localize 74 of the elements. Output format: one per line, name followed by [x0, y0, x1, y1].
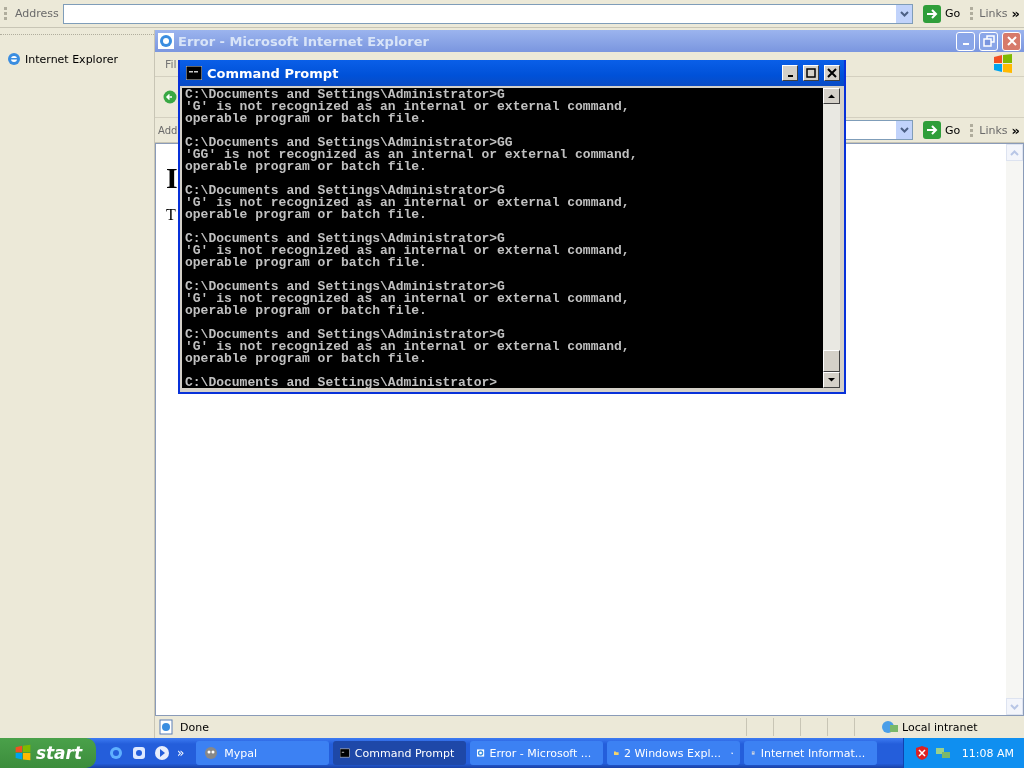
- links-label[interactable]: Links: [970, 123, 1008, 137]
- console-line: 'G' is not recognized as an internal or external command,: [185, 341, 631, 353]
- window-title: Command Prompt: [207, 65, 339, 81]
- minimize-icon: [787, 75, 793, 77]
- sidebar-item[interactable]: Internet Explorer: [0, 34, 154, 67]
- close-icon: [1005, 35, 1018, 47]
- minimize-button[interactable]: [782, 65, 798, 81]
- console-line: C:\Documents and Settings\Administrator>G: [185, 281, 505, 293]
- console-line: operable program or batch file.: [185, 305, 428, 317]
- go-button[interactable]: Go: [917, 121, 967, 139]
- taskbar-button[interactable]: Error - Microsoft ...: [470, 741, 604, 765]
- app-icon: [203, 745, 220, 761]
- taskbar-button[interactable]: Internet Informat...: [744, 741, 878, 765]
- chevron-button[interactable]: »: [1011, 122, 1020, 138]
- console-line: C:\Documents and Settings\Administrator>G: [185, 89, 505, 101]
- console-line: C:\Documents and Settings\Administrator>G: [185, 233, 505, 245]
- restore-button[interactable]: [979, 31, 998, 51]
- ie-icon: [6, 51, 22, 67]
- console-icon: [340, 746, 350, 760]
- console-line: 'G' is not recognized as an internal or external command,: [185, 197, 631, 209]
- console-line: C:\Documents and Settings\Administrator>G: [185, 185, 505, 197]
- windows-logo-icon: [13, 744, 32, 762]
- scrollbar[interactable]: [1006, 144, 1023, 715]
- start-button[interactable]: start: [0, 738, 96, 768]
- menu-item[interactable]: Fil: [159, 57, 177, 71]
- page-icon: [158, 719, 174, 735]
- chevron-button[interactable]: »: [177, 746, 185, 760]
- console-line: 'G' is not recognized as an internal or external command,: [185, 245, 631, 257]
- taskbar-button[interactable]: Mypal: [196, 741, 330, 765]
- zone-label: Local intranet: [902, 720, 978, 734]
- restore-icon: [982, 35, 995, 47]
- address-label: Add: [157, 124, 178, 136]
- close-icon: [827, 68, 837, 78]
- dropdown-icon[interactable]: [896, 121, 913, 139]
- page-heading: I: [166, 161, 178, 194]
- maximize-icon: [806, 68, 816, 78]
- up-arrow-icon: [827, 93, 836, 99]
- scrollbar[interactable]: [823, 88, 840, 388]
- page-text: T: [166, 206, 176, 223]
- media-player-icon[interactable]: [154, 745, 170, 761]
- clock: 11:08 AM: [961, 746, 1014, 760]
- console-line: 'G' is not recognized as an internal or external command,: [185, 101, 631, 113]
- browser-icon[interactable]: [108, 745, 124, 761]
- address-field[interactable]: [62, 3, 914, 24]
- intranet-icon: [881, 719, 899, 735]
- console-line: C:\Documents and Settings\Administrator>GG: [185, 137, 513, 149]
- minimize-icon: [962, 43, 969, 45]
- links-label[interactable]: Links: [970, 7, 1008, 20]
- console-line: operable program or batch file.: [185, 113, 428, 125]
- windows-logo-icon: [992, 53, 1014, 75]
- go-button[interactable]: Go: [917, 4, 967, 23]
- chevron-button[interactable]: »: [1011, 6, 1020, 21]
- taskbar-button[interactable]: Command Prompt: [333, 741, 467, 765]
- console-line: C:\Documents and Settings\Administrator>G: [185, 329, 505, 341]
- desktop-icon[interactable]: [131, 745, 147, 761]
- down-arrow-icon: [827, 377, 836, 383]
- taskbar-button[interactable]: 2 Windows Expl...: [607, 741, 741, 765]
- console-line: operable program or batch file.: [185, 161, 428, 173]
- console-line: operable program or batch file.: [185, 353, 428, 365]
- window-title: Error - Microsoft Internet Explorer: [178, 33, 429, 49]
- console-line: 'GG' is not recognized as an internal or external command,: [185, 149, 639, 161]
- console-line: operable program or batch file.: [185, 257, 428, 269]
- console-line: C:\Documents and Settings\Administrator>: [185, 377, 499, 388]
- ie-icon: [158, 33, 174, 49]
- status-text: Done: [180, 720, 209, 734]
- dropdown-icon[interactable]: [896, 4, 913, 23]
- console-icon: [186, 66, 202, 80]
- close-button[interactable]: [824, 65, 840, 81]
- console-line: 'G' is not recognized as an internal or external command,: [185, 293, 631, 305]
- scrollbar-thumb[interactable]: [823, 350, 840, 372]
- shield-icon[interactable]: [913, 745, 930, 761]
- address-label: Address: [4, 7, 59, 20]
- maximize-button[interactable]: [803, 65, 819, 81]
- console-line: operable program or batch file.: [185, 209, 428, 221]
